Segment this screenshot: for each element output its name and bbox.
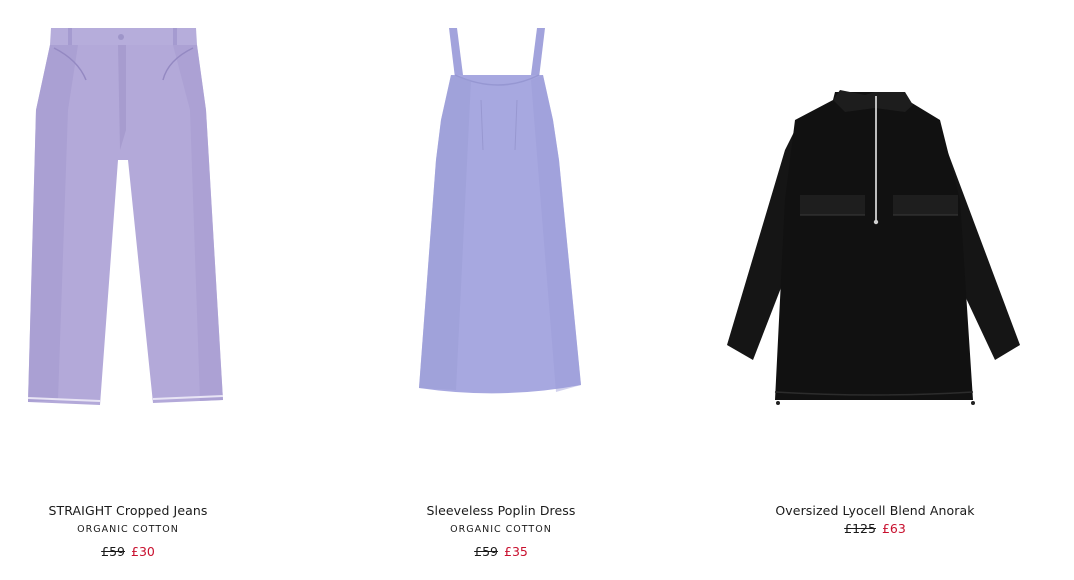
product-name[interactable]: Oversized Lyocell Blend Anorak [715, 502, 1035, 520]
product-material: ORGANIC COTTON [450, 524, 552, 535]
product-info: STRAIGHT Cropped Jeans ORGANIC COTTON £5… [0, 502, 288, 561]
product-card-sleeveless-poplin-dress[interactable]: Sleeveless Poplin Dress ORGANIC COTTON £… [341, 0, 661, 580]
product-image-anorak[interactable] [715, 0, 1035, 490]
sale-price: £30 [131, 544, 155, 559]
product-name[interactable]: STRAIGHT Cropped Jeans [0, 502, 288, 520]
product-info: Sleeveless Poplin Dress ORGANIC COTTON £… [341, 502, 661, 561]
product-card-straight-cropped-jeans[interactable]: STRAIGHT Cropped Jeans ORGANIC COTTON £5… [0, 0, 288, 580]
product-card-oversized-lyocell-anorak[interactable]: Oversized Lyocell Blend Anorak £125 £63 [715, 0, 1035, 580]
sale-price: £35 [504, 544, 528, 559]
dress-illustration [419, 28, 581, 394]
original-price: £59 [101, 544, 125, 559]
original-price: £125 [844, 521, 876, 536]
product-material: ORGANIC COTTON [77, 524, 179, 535]
product-prices: £125 £63 [715, 520, 1035, 538]
product-name[interactable]: Sleeveless Poplin Dress [341, 502, 661, 520]
product-info: Oversized Lyocell Blend Anorak £125 £63 [715, 502, 1035, 538]
product-image-jeans[interactable] [0, 0, 288, 490]
product-prices: £59 £30 [0, 543, 288, 561]
product-image-dress[interactable] [341, 0, 661, 490]
sale-price: £63 [881, 521, 906, 536]
anorak-illustration [727, 90, 1020, 405]
jeans-illustration [27, 28, 224, 405]
original-price: £59 [474, 544, 498, 559]
product-prices: £59 £35 [341, 543, 661, 561]
